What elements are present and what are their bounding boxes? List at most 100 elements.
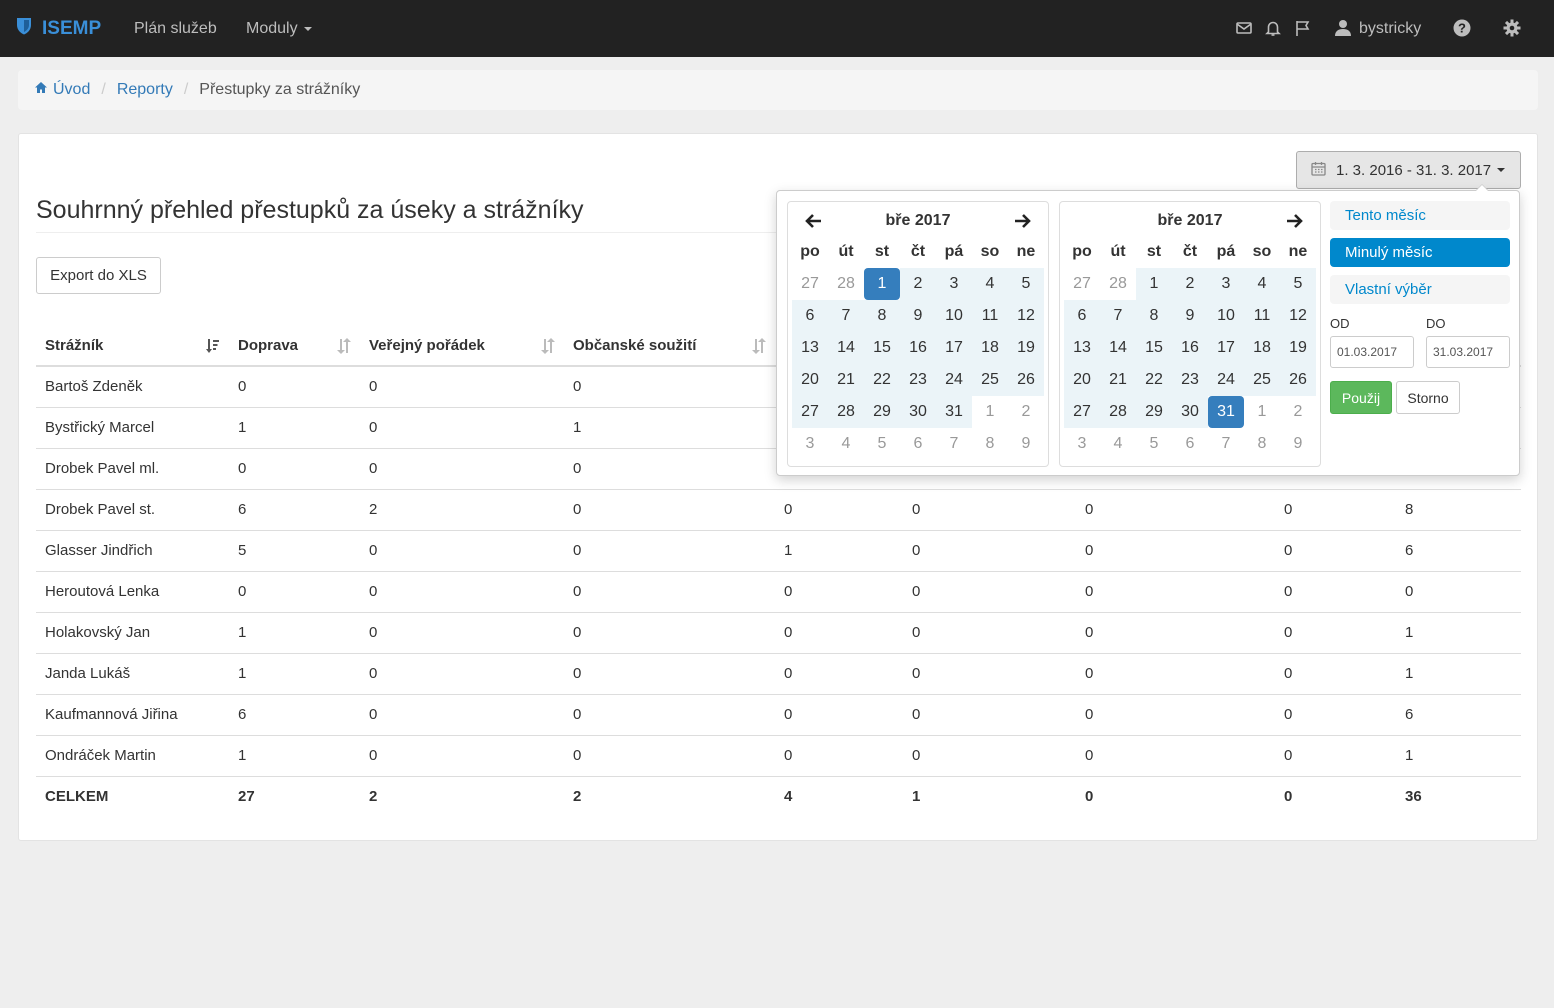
calendar-day[interactable]: 26 — [1008, 364, 1044, 396]
calendar-day[interactable]: 25 — [972, 364, 1008, 396]
calendar-day[interactable]: 17 — [1208, 332, 1244, 364]
calendar-day[interactable]: 16 — [900, 332, 936, 364]
calendar-day[interactable]: 6 — [1172, 428, 1208, 460]
calendar-day[interactable]: 2 — [1008, 396, 1044, 428]
bell-icon[interactable] — [1264, 19, 1282, 37]
calendar-day[interactable]: 17 — [936, 332, 972, 364]
envelope-icon[interactable] — [1235, 19, 1253, 37]
calendar-day[interactable]: 24 — [1208, 364, 1244, 396]
calendar-day-selected[interactable]: 31 — [1208, 396, 1244, 428]
calendar-day[interactable]: 5 — [1136, 428, 1172, 460]
calendar-day[interactable]: 6 — [792, 300, 828, 332]
column-header-doprava[interactable]: Doprava — [229, 326, 360, 367]
calendar-day[interactable]: 12 — [1280, 300, 1316, 332]
range-custom[interactable]: Vlastní výběr — [1330, 275, 1510, 304]
calendar-day[interactable]: 2 — [1172, 268, 1208, 300]
calendar-day[interactable]: 7 — [1208, 428, 1244, 460]
calendar-day[interactable]: 1 — [1244, 396, 1280, 428]
column-header-verejny-poradek[interactable]: Veřejný pořádek — [360, 326, 564, 367]
calendar-day[interactable]: 7 — [936, 428, 972, 460]
calendar-day[interactable]: 9 — [1008, 428, 1044, 460]
calendar-day[interactable]: 28 — [1100, 396, 1136, 428]
calendar-day[interactable]: 20 — [1064, 364, 1100, 396]
calendar-day-selected[interactable]: 1 — [864, 268, 900, 300]
calendar-day[interactable]: 3 — [936, 268, 972, 300]
calendar-day[interactable]: 4 — [828, 428, 864, 460]
calendar-day[interactable]: 28 — [1100, 268, 1136, 300]
calendar-day[interactable]: 12 — [1008, 300, 1044, 332]
calendar-day[interactable]: 1 — [972, 396, 1008, 428]
cancel-button[interactable]: Storno — [1396, 381, 1460, 414]
apply-button[interactable]: Použij — [1330, 381, 1392, 414]
nav-plan-sluzeb[interactable]: Plán služeb — [134, 0, 217, 57]
from-date-input[interactable] — [1330, 336, 1414, 368]
calendar-day[interactable]: 30 — [900, 396, 936, 428]
calendar-day[interactable]: 27 — [1064, 268, 1100, 300]
calendar-day[interactable]: 6 — [900, 428, 936, 460]
calendar-day[interactable]: 18 — [1244, 332, 1280, 364]
flag-icon[interactable] — [1294, 19, 1312, 37]
calendar-day[interactable]: 20 — [792, 364, 828, 396]
user-icon[interactable] — [1334, 19, 1352, 37]
calendar-day[interactable]: 27 — [792, 396, 828, 428]
column-header-obcanske-souziti[interactable]: Občanské soužití — [564, 326, 775, 367]
calendar-day[interactable]: 13 — [1064, 332, 1100, 364]
calendar-day[interactable]: 22 — [1136, 364, 1172, 396]
nav-moduly-dropdown[interactable]: Moduly — [246, 0, 312, 57]
calendar-day[interactable]: 7 — [828, 300, 864, 332]
help-icon[interactable]: ? — [1453, 19, 1471, 37]
range-last-month[interactable]: Minulý měsíc — [1330, 238, 1510, 267]
calendar-day[interactable]: 9 — [1172, 300, 1208, 332]
calendar-day[interactable]: 11 — [1244, 300, 1280, 332]
calendar-day[interactable]: 23 — [900, 364, 936, 396]
arrow-right-icon[interactable] — [1014, 213, 1032, 229]
calendar-day[interactable]: 19 — [1280, 332, 1316, 364]
calendar-day[interactable]: 15 — [864, 332, 900, 364]
calendar-day[interactable]: 21 — [828, 364, 864, 396]
gear-icon[interactable] — [1503, 19, 1521, 37]
calendar-day[interactable]: 5 — [1280, 268, 1316, 300]
calendar-day[interactable]: 5 — [864, 428, 900, 460]
calendar-day[interactable]: 18 — [972, 332, 1008, 364]
calendar-day[interactable]: 7 — [1100, 300, 1136, 332]
calendar-day[interactable]: 3 — [1208, 268, 1244, 300]
calendar-day[interactable]: 4 — [972, 268, 1008, 300]
calendar-day[interactable]: 10 — [936, 300, 972, 332]
breadcrumb-home[interactable]: Úvod — [34, 81, 90, 99]
calendar-day[interactable]: 13 — [792, 332, 828, 364]
calendar-day[interactable]: 24 — [936, 364, 972, 396]
calendar-day[interactable]: 16 — [1172, 332, 1208, 364]
calendar-day[interactable]: 29 — [864, 396, 900, 428]
breadcrumb-reports[interactable]: Reporty — [117, 81, 173, 99]
calendar-day[interactable]: 3 — [792, 428, 828, 460]
calendar-day[interactable]: 28 — [828, 396, 864, 428]
to-date-input[interactable] — [1426, 336, 1510, 368]
user-menu[interactable]: bystricky — [1359, 0, 1421, 57]
brand[interactable]: ISEMP — [16, 0, 101, 57]
calendar-day[interactable]: 28 — [828, 268, 864, 300]
calendar-day[interactable]: 22 — [864, 364, 900, 396]
export-xls-button[interactable]: Export do XLS — [36, 257, 161, 294]
calendar-day[interactable]: 27 — [792, 268, 828, 300]
calendar-day[interactable]: 6 — [1064, 300, 1100, 332]
calendar-day[interactable]: 1 — [1136, 268, 1172, 300]
calendar-day[interactable]: 25 — [1244, 364, 1280, 396]
arrow-left-icon[interactable] — [804, 213, 822, 229]
calendar-day[interactable]: 8 — [972, 428, 1008, 460]
column-header-strazik[interactable]: Strážník — [36, 326, 229, 367]
calendar-day[interactable]: 23 — [1172, 364, 1208, 396]
range-this-month[interactable]: Tento měsíc — [1330, 201, 1510, 230]
calendar-day[interactable]: 2 — [900, 268, 936, 300]
calendar-day[interactable]: 2 — [1280, 396, 1316, 428]
calendar-day[interactable]: 19 — [1008, 332, 1044, 364]
calendar-day[interactable]: 8 — [864, 300, 900, 332]
calendar-day[interactable]: 21 — [1100, 364, 1136, 396]
calendar-day[interactable]: 26 — [1280, 364, 1316, 396]
calendar-day[interactable]: 31 — [936, 396, 972, 428]
calendar-day[interactable]: 8 — [1244, 428, 1280, 460]
calendar-day[interactable]: 14 — [828, 332, 864, 364]
calendar-day[interactable]: 10 — [1208, 300, 1244, 332]
calendar-day[interactable]: 9 — [1280, 428, 1316, 460]
calendar-day[interactable]: 8 — [1136, 300, 1172, 332]
calendar-day[interactable]: 15 — [1136, 332, 1172, 364]
